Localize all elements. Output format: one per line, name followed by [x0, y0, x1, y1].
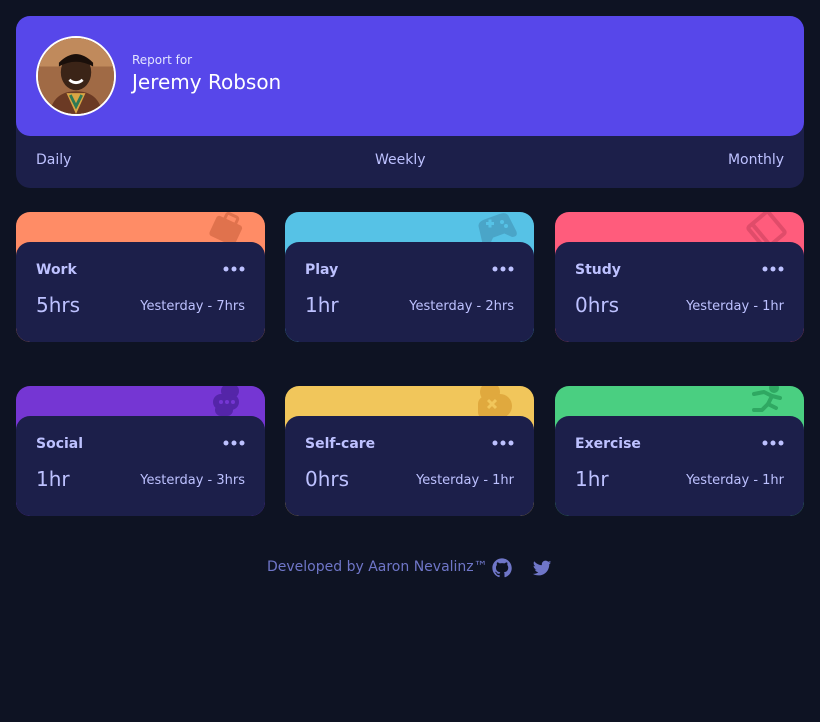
avatar: [36, 36, 116, 116]
current-hours: 5hrs: [36, 293, 81, 317]
current-hours: 0hrs: [305, 467, 350, 491]
github-icon[interactable]: [491, 557, 513, 579]
card-self-care: Self-care 0hrs Yesterday - 1hr: [285, 386, 534, 516]
more-options-icon[interactable]: [492, 264, 514, 274]
current-hours: 0hrs: [575, 293, 620, 317]
more-options-icon[interactable]: [223, 438, 245, 448]
current-hours: 1hr: [575, 467, 609, 491]
user-name: Jeremy Robson: [132, 70, 282, 94]
card-play: Play 1hr Yesterday - 2hrs: [285, 212, 534, 342]
card-body: Social 1hr Yesterday - 3hrs: [16, 416, 265, 516]
tab-weekly[interactable]: Weekly: [375, 152, 426, 168]
card-title: Study: [575, 262, 621, 278]
previous-hours: Yesterday - 2hrs: [409, 299, 514, 314]
card-body: Self-care 0hrs Yesterday - 1hr: [285, 416, 534, 516]
card-title: Play: [305, 262, 339, 278]
card-study: Study 0hrs Yesterday - 1hr: [555, 212, 804, 342]
card-title: Self-care: [305, 436, 376, 452]
previous-hours: Yesterday - 1hr: [416, 473, 514, 488]
card-body: Exercise 1hr Yesterday - 1hr: [555, 416, 804, 516]
card-body: Study 0hrs Yesterday - 1hr: [555, 242, 804, 342]
card-title: Work: [36, 262, 77, 278]
card-body: Play 1hr Yesterday - 2hrs: [285, 242, 534, 342]
footer-credit: Developed by Aaron Nevalinz™: [267, 559, 488, 575]
more-options-icon[interactable]: [762, 264, 784, 274]
more-options-icon[interactable]: [223, 264, 245, 274]
tab-daily[interactable]: Daily: [36, 152, 71, 168]
timeframe-tabs: Daily Weekly Monthly: [16, 152, 804, 172]
report-for-label: Report for: [132, 53, 193, 67]
profile-header: Report for Jeremy Robson: [16, 16, 804, 136]
card-exercise: Exercise 1hr Yesterday - 1hr: [555, 386, 804, 516]
current-hours: 1hr: [36, 467, 70, 491]
card-title: Exercise: [575, 436, 641, 452]
tab-monthly[interactable]: Monthly: [728, 152, 784, 168]
profile-card: Report for Jeremy Robson Daily Weekly Mo…: [16, 16, 804, 188]
previous-hours: Yesterday - 1hr: [686, 299, 784, 314]
card-social: Social 1hr Yesterday - 3hrs: [16, 386, 265, 516]
previous-hours: Yesterday - 3hrs: [140, 473, 245, 488]
more-options-icon[interactable]: [762, 438, 784, 448]
current-hours: 1hr: [305, 293, 339, 317]
twitter-icon[interactable]: [531, 557, 553, 579]
previous-hours: Yesterday - 1hr: [686, 473, 784, 488]
card-title: Social: [36, 436, 84, 452]
card-work: Work 5hrs Yesterday - 7hrs: [16, 212, 265, 342]
card-body: Work 5hrs Yesterday - 7hrs: [16, 242, 265, 342]
more-options-icon[interactable]: [492, 438, 514, 448]
previous-hours: Yesterday - 7hrs: [140, 299, 245, 314]
